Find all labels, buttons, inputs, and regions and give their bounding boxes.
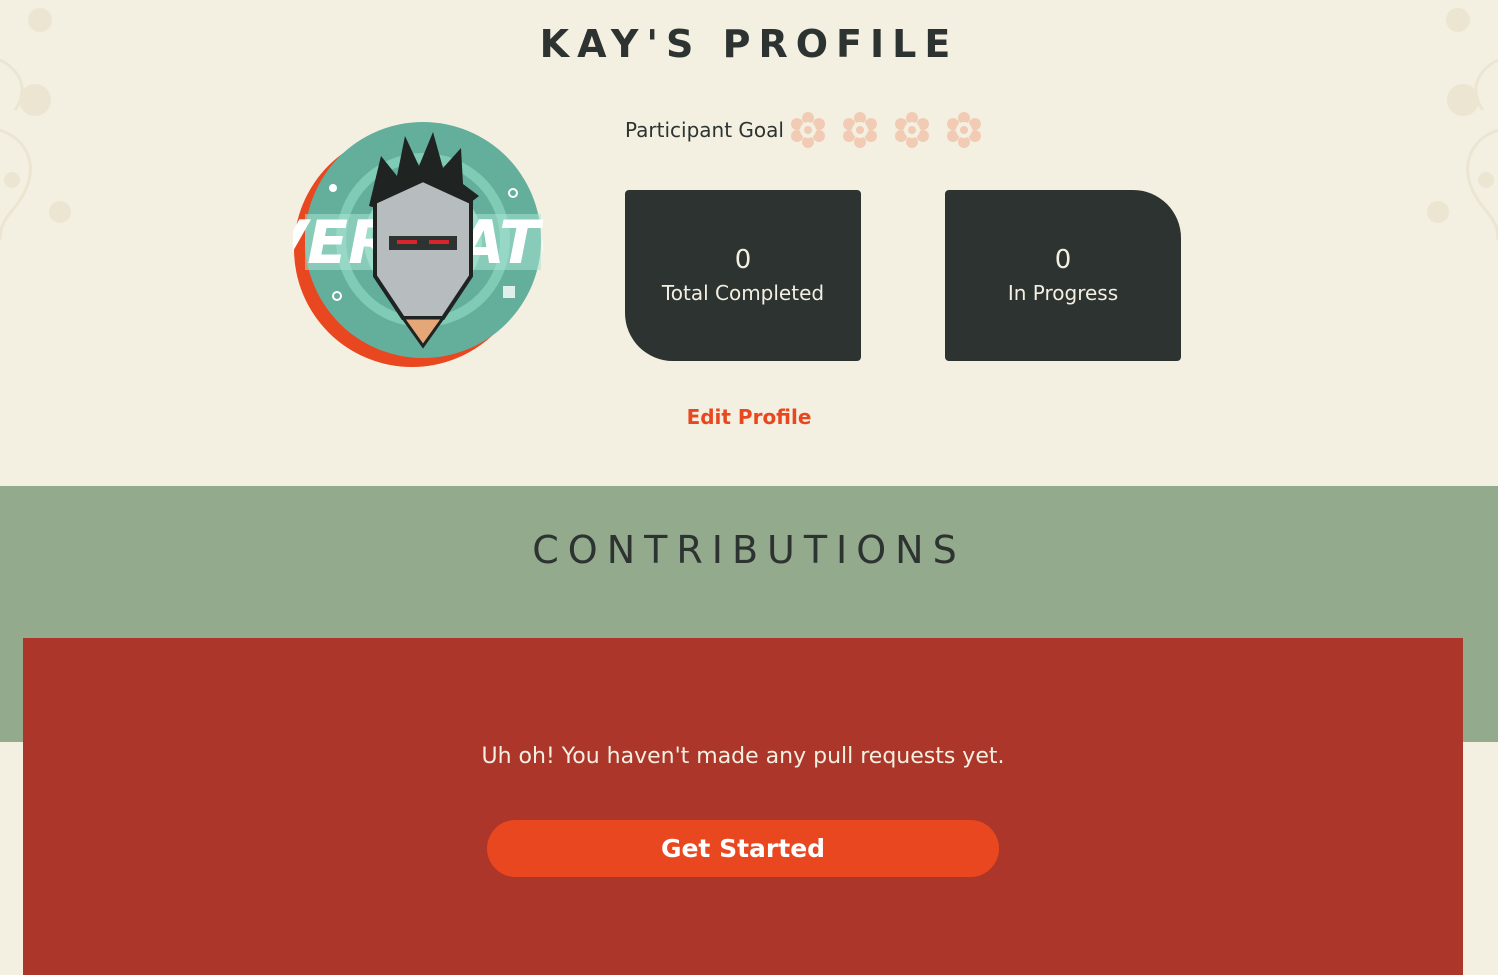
total-completed-value: 0 xyxy=(734,244,752,275)
get-started-button[interactable]: Get Started xyxy=(487,820,999,877)
contributions-empty-panel: Uh oh! You haven't made any pull request… xyxy=(23,638,1463,975)
flower-badge-icon xyxy=(842,112,877,148)
in-progress-value: 0 xyxy=(1054,244,1072,275)
in-progress-card: 0 In Progress xyxy=(945,190,1181,361)
page-title: KAY'S PROFILE xyxy=(539,22,959,66)
total-completed-label: Total Completed xyxy=(661,280,825,305)
flower-badge-icon xyxy=(790,112,825,148)
total-completed-card: 0 Total Completed xyxy=(625,190,861,361)
empty-state-message: Uh oh! You haven't made any pull request… xyxy=(481,744,1005,769)
in-progress-label: In Progress xyxy=(1007,280,1119,305)
participant-goal-label: Participant Goal xyxy=(625,118,784,142)
profile-avatar: OVERWATCH xyxy=(293,122,543,367)
flower-badge-icon xyxy=(946,112,981,148)
contributions-title: CONTRIBUTIONS xyxy=(532,528,966,572)
participant-goal: Participant Goal xyxy=(625,112,994,148)
flower-badge-icon xyxy=(894,112,929,148)
edit-profile-link[interactable]: Edit Profile xyxy=(0,405,1498,429)
